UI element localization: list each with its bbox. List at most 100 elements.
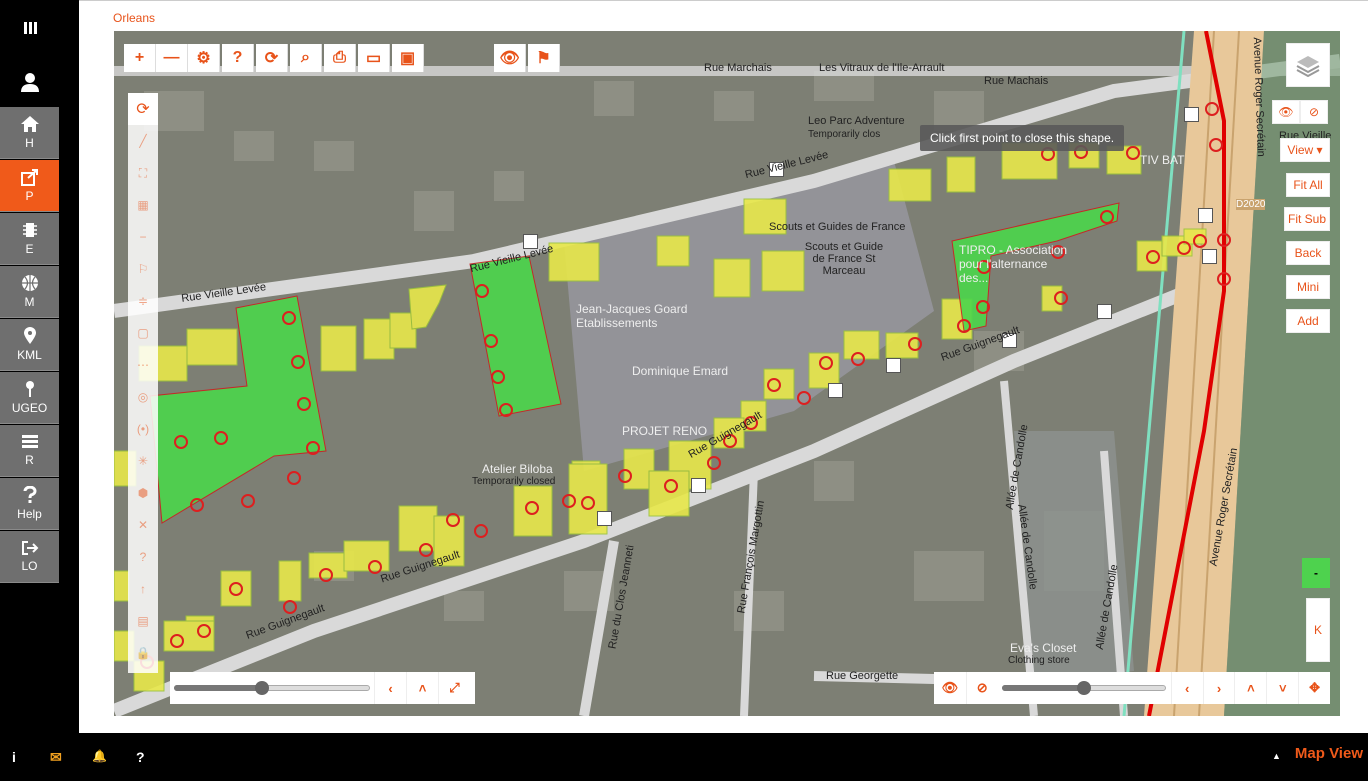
map-label: Rue Georgette [826, 670, 899, 682]
hide-button[interactable]: ⊘ [1300, 100, 1328, 124]
star-icon[interactable]: ✳ [128, 445, 158, 477]
question-icon[interactable]: ? [128, 541, 158, 573]
print-button[interactable]: ⎙ [324, 44, 356, 72]
cube-icon[interactable]: ⬢ [128, 477, 158, 509]
signal-icon[interactable]: (•) [128, 413, 158, 445]
map-label: Rue Machais [984, 75, 1049, 87]
sidebar-item-label: M [24, 295, 35, 309]
opacity-panel-right: 👁 ⊘ ‹ › ˄ ˅ ✥ [934, 672, 1330, 704]
vertex-handle[interactable] [1184, 107, 1199, 122]
share-icon [20, 169, 38, 186]
map-label: Temporarily closed [472, 476, 556, 487]
minus-icon[interactable]: − [128, 221, 158, 253]
vertex-handle[interactable] [1202, 249, 1217, 264]
mail-icon[interactable]: ✉ [50, 749, 62, 766]
doc-icon[interactable]: ▤ [128, 605, 158, 637]
down-button[interactable]: ˅ [1266, 672, 1298, 704]
question-icon [23, 486, 36, 503]
map-label: Leo Parc Adventure [808, 115, 905, 127]
next-button[interactable]: › [1202, 672, 1235, 704]
close-icon[interactable]: ✕ [128, 509, 158, 541]
collapse-button[interactable]: - [1302, 558, 1330, 588]
menu-icon[interactable] [0, 2, 59, 54]
help-icon[interactable]: ? [136, 749, 145, 765]
map-label: Atelier Biloba [482, 462, 553, 476]
sidebar-item-label: Help [17, 507, 42, 521]
vertex-handle[interactable] [691, 478, 706, 493]
sidebar-item-e[interactable]: E [0, 213, 59, 265]
mini-button[interactable]: Mini [1286, 275, 1330, 299]
grid-icon[interactable]: ▦ [128, 189, 158, 221]
back-button[interactable]: Back [1286, 241, 1330, 265]
map-canvas[interactable]: Rue Marchais Rue Machais Les Vitraux de … [114, 31, 1340, 716]
map-label: Scouts et Guide de France St Marceau [804, 241, 884, 277]
map-label: Jean-Jacques Goard Etablissements [576, 302, 688, 330]
slider-knob[interactable] [255, 681, 270, 695]
dots-icon[interactable]: ⋯ [128, 349, 158, 381]
refresh-button[interactable]: ⟳ [256, 44, 288, 72]
sidebar-item-label: KML [17, 348, 42, 362]
square-icon[interactable]: ▢ [128, 317, 158, 349]
expand-icon[interactable]: ⛶ [128, 157, 158, 189]
zoom-out-button[interactable]: — [156, 44, 188, 72]
show-button[interactable]: 👁 [1272, 100, 1300, 124]
prev-button[interactable]: ‹ [1170, 672, 1203, 704]
k-button[interactable]: K [1306, 598, 1330, 662]
eye-button[interactable]: 👁 [494, 44, 526, 72]
user-icon[interactable] [0, 56, 59, 108]
map-label: TIV BAT [1140, 153, 1185, 167]
map-label: Scouts et Guides de France [769, 221, 906, 233]
up-button[interactable]: ˄ [1234, 672, 1266, 704]
sidebar-item-ugeo[interactable]: UGEO [0, 372, 59, 424]
caret-up-icon[interactable]: ▲ [1272, 751, 1281, 761]
measure-button[interactable]: ▭ [358, 44, 390, 72]
fit-all-button[interactable]: Fit All [1286, 173, 1330, 197]
help-button[interactable]: ? [222, 44, 254, 72]
settings-button[interactable]: ⚙ [188, 44, 220, 72]
vertex-handle[interactable] [1198, 208, 1213, 223]
globe-icon [21, 275, 38, 291]
vertex-handle[interactable] [886, 358, 901, 373]
vertex-handle[interactable] [1097, 304, 1112, 319]
frame-button[interactable]: ▣ [392, 44, 424, 72]
add-button[interactable]: Add [1286, 309, 1330, 333]
view-dropdown[interactable]: View ▾ [1280, 138, 1330, 162]
move-button[interactable]: ✥ [1298, 672, 1330, 704]
info-icon[interactable]: i [12, 749, 16, 765]
target-icon[interactable]: ◎ [128, 381, 158, 413]
sidebar-item-home[interactable]: H [0, 107, 59, 159]
hide-layer-button[interactable]: ⊘ [965, 672, 998, 704]
expand-button[interactable]: ⤢ [438, 672, 470, 704]
opacity-slider-right[interactable] [1001, 672, 1171, 704]
line-icon[interactable]: ╱ [128, 125, 158, 157]
map-label: Eva's Closet [1010, 641, 1077, 655]
bookmark-button[interactable]: ⚑ [528, 44, 560, 72]
map-label: Temporarily clos [808, 129, 881, 140]
map-view-label[interactable]: Map View [1295, 745, 1363, 762]
sidebar-item-help[interactable]: Help [0, 478, 59, 530]
flag-icon[interactable]: ⚐ [128, 253, 158, 285]
bell-icon[interactable]: 🔔 [92, 749, 107, 763]
up-button[interactable]: ˄ [406, 672, 438, 704]
zoom-in-button[interactable]: + [124, 44, 156, 72]
lock-icon[interactable]: 🔒 [128, 637, 158, 669]
sidebar-item-m[interactable]: M [0, 266, 59, 318]
layers-button[interactable] [1286, 43, 1330, 87]
logout-icon [21, 541, 38, 555]
map-label: Rue Marchais [704, 62, 772, 74]
search-button[interactable]: ⌕ [290, 44, 322, 72]
show-layer-button[interactable]: 👁 [934, 672, 966, 704]
split-icon[interactable]: ≑ [128, 285, 158, 317]
fit-sub-button[interactable]: Fit Sub [1284, 207, 1330, 231]
sidebar-item-logout[interactable]: LO [0, 531, 59, 583]
redo-icon[interactable]: ⟳ [128, 93, 158, 125]
slider-knob[interactable] [1076, 681, 1091, 695]
sidebar-item-kml[interactable]: KML [0, 319, 59, 371]
arrow-up-icon[interactable]: ↑ [128, 573, 158, 605]
vertex-handle[interactable] [597, 511, 612, 526]
sidebar-item-r[interactable]: R [0, 425, 59, 477]
opacity-slider-left[interactable] [174, 672, 374, 704]
prev-button[interactable]: ‹ [374, 672, 406, 704]
vertex-handle[interactable] [828, 383, 843, 398]
sidebar-item-p[interactable]: P [0, 160, 59, 212]
